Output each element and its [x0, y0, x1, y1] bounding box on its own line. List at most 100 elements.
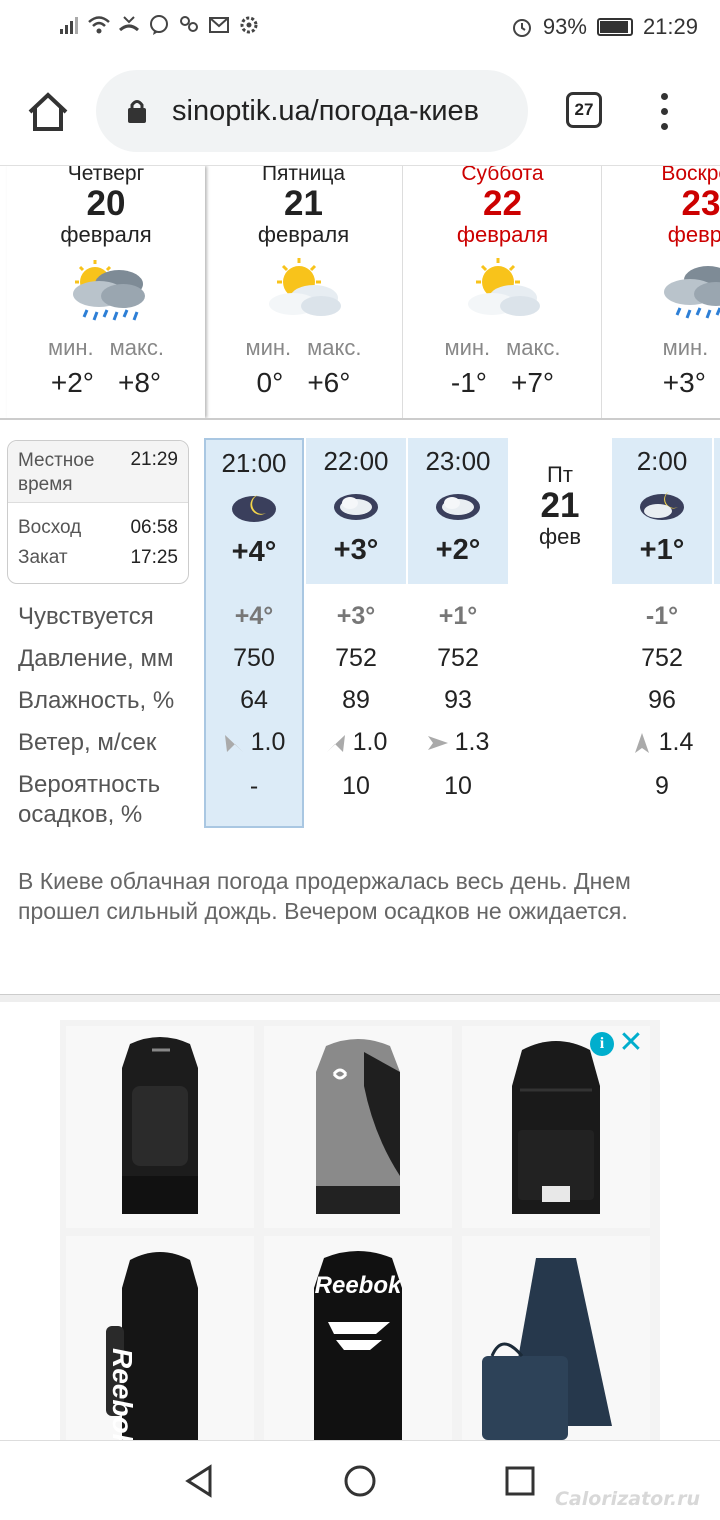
hour-time: 21:00 — [221, 448, 287, 478]
home-icon[interactable] — [26, 90, 70, 134]
day-name: Воскрес — [661, 166, 720, 185]
mail-icon — [209, 17, 229, 33]
feels-value: -1° — [645, 602, 679, 630]
humidity-value: 96 — [648, 686, 676, 714]
sun-cloud-icon — [467, 258, 540, 316]
day-name: Четверг — [67, 166, 145, 185]
wind-cell: 1.4 — [612, 728, 712, 757]
moon-cloud-icon — [640, 491, 684, 520]
wind-value: 1.0 — [352, 728, 388, 756]
precip-value: - — [249, 772, 259, 800]
wind-value: 1.0 — [250, 728, 286, 756]
wind-cell: 1.3 — [408, 728, 508, 757]
day-tab-3[interactable]: Воскрес 23 февра мин.м +3°- — [602, 166, 720, 418]
sunset-label: Закат — [18, 547, 68, 568]
hour-column: 23:00 +2° — [408, 438, 508, 584]
hour-temp: +4° — [231, 536, 277, 568]
sunrise-label: Восход — [18, 517, 82, 538]
ad-product-card[interactable]: i ✕ — [462, 1026, 650, 1228]
settings-icon — [240, 16, 258, 34]
overflow-menu-icon[interactable] — [654, 90, 674, 134]
hour-temp: +3° — [333, 534, 379, 566]
humidity-value: 93 — [444, 686, 472, 714]
wind-direction-icon — [427, 735, 448, 750]
day-forecast-strip: Четверг 20 февраля мин. макс. +2° +8° Пятн… — [0, 166, 720, 420]
ad-banner[interactable]: i ✕ Reebok Reebok — [60, 1020, 660, 1450]
hour-time: 2:00 — [636, 446, 688, 476]
wind-cell: 1.0 — [306, 728, 406, 757]
url-text: sinoptik.ua/погода-киев — [172, 94, 480, 127]
hour-column-current: 21:00 +4° — [204, 438, 304, 584]
max-label: макс. — [307, 335, 362, 360]
max-temp: +8° — [118, 367, 162, 398]
day-tab-2[interactable]: Суббота 22 февраля мин. макс. -1° +7° — [404, 166, 602, 418]
day-month: февраля — [456, 222, 549, 247]
day-month: февраля — [257, 222, 350, 247]
moon-cloud-icon — [232, 495, 276, 522]
battery-percent: 93% — [542, 14, 587, 39]
precip-label: Вероятность осадков, % — [18, 771, 161, 828]
max-label: макс. — [506, 335, 561, 360]
pressure-label: Давление, мм — [18, 645, 174, 672]
hour-time: 23:00 — [425, 446, 491, 476]
precip-value: 10 — [342, 772, 370, 800]
min-label: мин. — [245, 335, 292, 360]
watermark: Calorizator.ru — [554, 1488, 700, 1510]
precip-value: 10 — [444, 772, 472, 800]
min-label: мин. — [662, 335, 709, 360]
weather-description: В Киеве облачная погода продержалась вес… — [18, 868, 631, 924]
recents-icon[interactable] — [502, 1463, 538, 1499]
day-number: 22 — [483, 184, 522, 223]
day-number: 21 — [284, 184, 323, 223]
max-label: макс. — [109, 335, 165, 360]
local-time-panel: Местное время 21:29 Восход 06:58 Закат 17:… — [7, 440, 189, 584]
missed-call-icon — [119, 16, 139, 32]
ad-info-icon[interactable]: i — [590, 1032, 614, 1056]
min-label: мин. — [47, 335, 94, 360]
ad-brand-text: Reebok — [314, 1272, 402, 1299]
next-day-marker: Пт 21 фев — [512, 462, 608, 550]
ad-product-card[interactable] — [66, 1026, 254, 1228]
browser-toolbar: sinoptik.ua/погода-киев 27 — [0, 54, 720, 166]
wind-value: 1.4 — [658, 728, 694, 756]
status-icons-left — [58, 14, 260, 36]
ad-product-card[interactable]: Reebok — [66, 1236, 254, 1450]
back-icon[interactable] — [182, 1463, 218, 1499]
humidity-value: 64 — [240, 686, 268, 714]
hour-column: 22:00 +3° — [306, 438, 406, 584]
humidity-value: 89 — [342, 686, 370, 714]
tab-switcher-button[interactable]: 27 — [566, 92, 602, 128]
backpack-image — [66, 1236, 254, 1450]
ad-brand-text: Reebok — [107, 1348, 138, 1450]
feels-value: +1° — [438, 602, 478, 630]
address-bar[interactable]: sinoptik.ua/погода-киев — [96, 70, 528, 152]
marker-day-number: 21 — [540, 486, 580, 525]
contacts-icon — [180, 16, 198, 32]
sunrise-value: 06:58 — [130, 517, 178, 538]
min-temp: +2° — [50, 367, 94, 398]
lock-icon — [128, 100, 146, 123]
hour-time: 22:00 — [323, 446, 389, 476]
signal-icon — [60, 17, 78, 34]
hour-temp: +1° — [639, 534, 685, 566]
wind-label: Ветер, м/сек — [18, 729, 157, 756]
ad-product-card[interactable] — [264, 1026, 452, 1228]
marker-weekday: Пт — [547, 462, 573, 487]
day-tab-0[interactable]: Четверг 20 февраля мин. макс. +2° +8° — [7, 166, 205, 418]
ad-product-card[interactable] — [462, 1236, 650, 1450]
status-icons-right: 93% 21:29 — [511, 14, 698, 40]
cloud-rain-icon — [664, 266, 720, 319]
min-temp: -1° — [450, 367, 487, 398]
home-nav-icon[interactable] — [342, 1463, 378, 1499]
day-month: февра — [667, 222, 720, 247]
hour-temp: +2° — [435, 534, 481, 566]
backpack-image — [264, 1236, 452, 1450]
ad-close-icon[interactable]: ✕ — [618, 1028, 644, 1058]
day-number: 20 — [86, 184, 126, 223]
local-time-value: 21:29 — [130, 449, 178, 470]
min-label: мин. — [444, 335, 491, 360]
day-tab-1[interactable]: Пятница 21 февраля мин. макс. 0° +6° — [205, 166, 403, 418]
viber-icon — [150, 15, 168, 35]
ad-product-card[interactable]: Reebok — [264, 1236, 452, 1450]
precip-value: 9 — [655, 772, 669, 800]
